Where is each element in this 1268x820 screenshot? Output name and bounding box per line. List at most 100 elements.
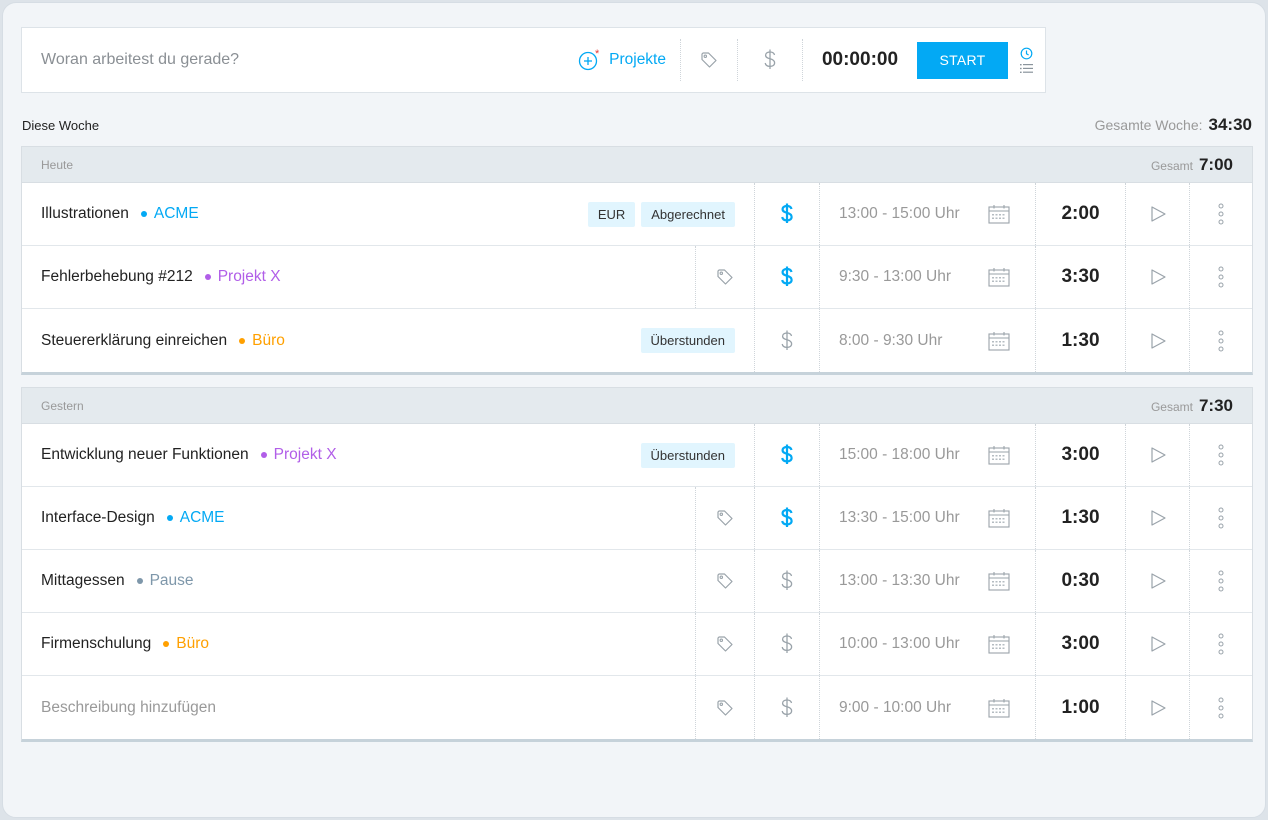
entry-billable-toggle[interactable] [754, 183, 819, 245]
entry-duration[interactable]: 3:00 [1035, 613, 1125, 675]
day-title: Gestern [41, 398, 84, 413]
entry-date-button[interactable] [977, 246, 1035, 308]
entry-description-cell[interactable]: Entwicklung neuer Funktionen Projekt X [22, 424, 641, 486]
entry-billable-toggle[interactable] [754, 309, 819, 372]
list-icon[interactable] [1020, 63, 1033, 74]
project-picker-button[interactable]: * Projekte [568, 40, 680, 80]
more-vertical-icon [1218, 507, 1224, 529]
entry-tag-button[interactable] [695, 550, 754, 612]
entry-billable-toggle[interactable] [754, 613, 819, 675]
day-total-group: Gesamt 7:00 [1151, 155, 1233, 175]
entry-continue-button[interactable] [1125, 183, 1189, 245]
play-icon [1149, 446, 1167, 464]
entry-description-cell[interactable]: Mittagessen Pause [22, 550, 695, 612]
entry-more-button[interactable] [1189, 676, 1252, 739]
entry-time-range[interactable]: 13:00 - 13:30 Uhr [819, 550, 977, 612]
entry-project[interactable]: Projekt X [260, 446, 337, 464]
project-dot [140, 211, 147, 217]
entry-description-cell[interactable]: Beschreibung hinzufügen [22, 676, 695, 739]
entry-billable-toggle[interactable] [754, 424, 819, 486]
entry-more-button[interactable] [1189, 424, 1252, 486]
entry-duration[interactable]: 3:30 [1035, 246, 1125, 308]
calendar-icon [988, 698, 1010, 718]
tag-badge[interactable]: Überstunden [640, 442, 735, 468]
entry-date-button[interactable] [977, 183, 1035, 245]
entry-tag-button[interactable] [695, 246, 754, 308]
entry-more-button[interactable] [1189, 246, 1252, 308]
entry-date-button[interactable] [977, 487, 1035, 549]
entry-continue-button[interactable] [1125, 487, 1189, 549]
entry-continue-button[interactable] [1125, 309, 1189, 372]
time-entry-row: Mittagessen Pause 13:00 - 13:30 Uhr 0:30 [22, 550, 1252, 613]
timer-clock: 00:00:00 [821, 49, 899, 70]
project-dot [260, 452, 267, 458]
entry-project[interactable]: Pause [136, 572, 194, 590]
day-total-label: Gesamt [1150, 399, 1193, 414]
entry-description-cell[interactable]: Steuererklärung einreichen Büro [22, 309, 641, 372]
entry-tag-button[interactable] [695, 487, 754, 549]
description-input[interactable] [22, 28, 569, 92]
entry-date-button[interactable] [977, 424, 1035, 486]
clock-icon[interactable] [1020, 47, 1033, 60]
entry-duration[interactable]: 0:30 [1035, 550, 1125, 612]
day-total-label: Gesamt [1150, 158, 1193, 173]
entry-more-button[interactable] [1189, 183, 1252, 245]
entry-more-button[interactable] [1189, 550, 1252, 612]
entry-more-button[interactable] [1189, 487, 1252, 549]
tag-badge[interactable]: Abgerechnet [641, 201, 735, 227]
entry-billable-toggle[interactable] [754, 487, 819, 549]
time-entry-row: Interface-Design ACME 13:30 - 15:00 Uhr 1:3… [22, 487, 1252, 550]
billable-toggle[interactable] [738, 40, 802, 80]
entry-description-cell[interactable]: Firmenschulung Büro [22, 613, 695, 675]
entry-billable-toggle[interactable] [754, 246, 819, 308]
entry-time-range[interactable]: 8:00 - 9:30 Uhr [819, 309, 977, 372]
tag-icon [716, 509, 734, 527]
entry-duration[interactable]: 1:30 [1035, 487, 1125, 549]
tag-badge[interactable]: Überstunden [640, 328, 735, 353]
entry-tag-button[interactable] [695, 676, 754, 739]
entry-continue-button[interactable] [1125, 550, 1189, 612]
entry-date-button[interactable] [977, 309, 1035, 372]
entry-continue-button[interactable] [1125, 424, 1189, 486]
entry-description: Steuererklärung einreichen [41, 331, 228, 349]
entry-continue-button[interactable] [1125, 613, 1189, 675]
entry-tags: Überstunden [640, 442, 754, 468]
entry-time-range[interactable]: 13:00 - 15:00 Uhr [819, 183, 977, 245]
entry-project[interactable]: Büro [239, 332, 285, 350]
entry-project[interactable]: ACME [166, 509, 225, 527]
entry-billable-toggle[interactable] [754, 676, 819, 739]
entry-continue-button[interactable] [1125, 676, 1189, 739]
entry-time-range[interactable]: 9:30 - 13:00 Uhr [819, 246, 977, 308]
entry-date-button[interactable] [977, 676, 1035, 739]
more-vertical-icon [1218, 633, 1224, 655]
week-label: Diese Woche [22, 118, 100, 133]
entry-project[interactable]: Projekt X [204, 268, 281, 286]
entry-billable-toggle[interactable] [754, 550, 819, 612]
entry-description-cell[interactable]: Interface-Design ACME [22, 487, 695, 549]
entry-tags: EUR Abgerechnet [587, 201, 754, 227]
entry-duration[interactable]: 2:00 [1035, 183, 1125, 245]
entry-time-range[interactable]: 9:00 - 10:00 Uhr [819, 676, 977, 739]
tag-badge[interactable]: EUR [587, 201, 636, 227]
entry-time-range[interactable]: 10:00 - 13:00 Uhr [819, 613, 977, 675]
entry-more-button[interactable] [1189, 613, 1252, 675]
entry-time-range[interactable]: 15:00 - 18:00 Uhr [819, 424, 977, 486]
week-total-group: Gesamte Woche: 34:30 [1095, 115, 1252, 135]
entry-tag-button[interactable] [695, 613, 754, 675]
entry-description-cell[interactable]: Fehlerbehebung #212 Projekt X [22, 246, 695, 308]
entry-more-button[interactable] [1189, 309, 1252, 372]
entry-time-range[interactable]: 13:30 - 15:00 Uhr [819, 487, 977, 549]
start-button[interactable]: START [917, 41, 1008, 79]
entry-date-button[interactable] [977, 550, 1035, 612]
entry-description-cell[interactable]: Illustrationen ACME [22, 183, 588, 245]
entry-project[interactable]: ACME [140, 205, 199, 223]
entry-duration[interactable]: 1:00 [1035, 676, 1125, 739]
entry-duration[interactable]: 3:00 [1035, 424, 1125, 486]
tag-button[interactable] [681, 40, 737, 80]
more-vertical-icon [1218, 570, 1224, 592]
entry-duration[interactable]: 1:30 [1035, 309, 1125, 372]
entry-date-button[interactable] [977, 613, 1035, 675]
entry-description: Interface-Design [41, 509, 155, 526]
entry-continue-button[interactable] [1125, 246, 1189, 308]
entry-project[interactable]: Büro [163, 635, 209, 653]
